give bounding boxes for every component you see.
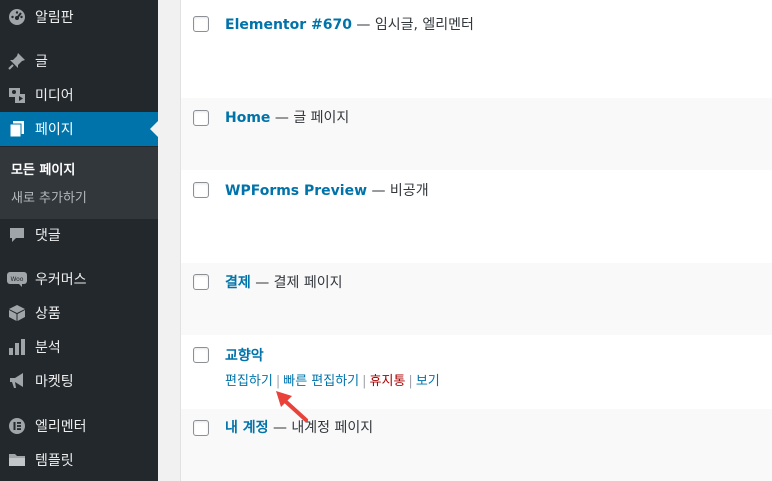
page-title-link[interactable]: 결제 [225, 275, 251, 291]
action-separator: | [362, 374, 367, 389]
dashboard-icon [7, 7, 27, 27]
row-checkbox[interactable] [193, 16, 209, 32]
sidebar-item-posts[interactable]: 글 [0, 44, 158, 78]
sidebar-item-label: 미디어 [35, 88, 74, 104]
sidebar-item-woocommerce[interactable]: Woo 우커머스 [0, 262, 158, 296]
row-checkbox[interactable] [193, 347, 209, 363]
page-title-link[interactable]: Home [225, 110, 270, 126]
pages-submenu: 모든 페이지 새로 추가하기 [0, 147, 158, 219]
row-checkbox[interactable] [193, 420, 209, 436]
quick-edit-link[interactable]: 빠른 편집하기 [283, 374, 359, 389]
action-separator: | [275, 374, 281, 389]
megaphone-icon [7, 371, 27, 391]
table-row: Elementor #670 — 임시글, 엘리멘터 [181, 0, 772, 98]
pages-list-table: Elementor #670 — 임시글, 엘리멘터 Home — 글 페이지 … [180, 0, 772, 481]
page-title-link[interactable]: 내 계정 [225, 420, 269, 436]
sidebar-item-marketing[interactable]: 마켓팅 [0, 364, 158, 398]
sidebar-item-dashboard[interactable]: 알림판 [0, 0, 158, 34]
row-title: 교향악 [225, 345, 264, 365]
pages-icon [7, 119, 27, 139]
row-checkbox[interactable] [193, 274, 209, 290]
sidebar-item-templates[interactable]: 템플릿 [0, 443, 158, 477]
annotation-arrow-icon [276, 391, 308, 422]
sidebar-item-label: 템플릿 [35, 453, 74, 469]
sidebar-item-label: 엘리멘터 [35, 419, 87, 435]
svg-text:Woo: Woo [11, 276, 24, 283]
sidebar-item-media[interactable]: 미디어 [0, 78, 158, 112]
elementor-icon [7, 416, 27, 436]
sidebar-item-label: 분석 [35, 340, 61, 356]
row-title: WPForms Preview — 비공개 [225, 180, 429, 200]
box-icon [7, 303, 27, 323]
bar-chart-icon [7, 337, 27, 357]
sidebar-item-label: 상품 [35, 306, 61, 322]
pin-icon [7, 51, 27, 71]
sidebar-item-label: 글 [35, 54, 48, 70]
row-title: Elementor #670 — 임시글, 엘리멘터 [225, 14, 474, 34]
sidebar-item-label: 댓글 [35, 228, 61, 244]
trash-link[interactable]: 휴지통 [370, 374, 406, 389]
sidebar-item-elementor[interactable]: 엘리멘터 [0, 409, 158, 443]
active-indicator-arrow [150, 121, 158, 137]
action-separator: | [408, 374, 413, 389]
row-checkbox[interactable] [193, 182, 209, 198]
page-state: — 글 페이지 [270, 110, 350, 126]
row-title: Home — 글 페이지 [225, 107, 349, 127]
sidebar-item-products[interactable]: 상품 [0, 296, 158, 330]
folder-icon [7, 450, 27, 470]
page-title-link[interactable]: WPForms Preview [225, 183, 367, 199]
page-state: — 임시글, 엘리멘터 [351, 17, 474, 33]
row-actions: 편집하기 | 빠른 편집하기 | 휴지통 | 보기 [225, 370, 440, 389]
sidebar-item-label: 알림판 [35, 10, 74, 26]
media-icon [7, 85, 27, 105]
admin-sidebar: 알림판 글 미디어 페이지 모든 페이지 새로 추가하기 댓글 Woo 우커머스 [0, 0, 158, 481]
sidebar-item-analytics[interactable]: 분석 [0, 330, 158, 364]
table-row: WPForms Preview — 비공개 [181, 170, 772, 263]
page-state: — 비공개 [367, 183, 429, 199]
view-link[interactable]: 보기 [416, 374, 440, 389]
submenu-add-new[interactable]: 새로 추가하기 [11, 187, 87, 206]
sidebar-item-pages[interactable]: 페이지 [0, 112, 158, 146]
page-title-link[interactable]: Elementor #670 [225, 17, 352, 33]
row-checkbox[interactable] [193, 110, 209, 126]
row-title: 결제 — 결제 페이지 [225, 272, 343, 292]
sidebar-item-label: 마켓팅 [35, 374, 74, 390]
table-row: Home — 글 페이지 [181, 98, 772, 170]
page-state: — 결제 페이지 [250, 275, 343, 291]
woo-icon: Woo [7, 269, 27, 289]
sidebar-item-label: 페이지 [35, 122, 74, 138]
sidebar-item-label: 우커머스 [35, 272, 87, 288]
sidebar-item-comments[interactable]: 댓글 [0, 218, 158, 252]
table-row: 결제 — 결제 페이지 [181, 263, 772, 335]
page-title-link[interactable]: 교향악 [225, 348, 264, 364]
submenu-all-pages[interactable]: 모든 페이지 [11, 159, 75, 178]
comment-icon [7, 225, 27, 245]
edit-link[interactable]: 편집하기 [225, 374, 273, 389]
